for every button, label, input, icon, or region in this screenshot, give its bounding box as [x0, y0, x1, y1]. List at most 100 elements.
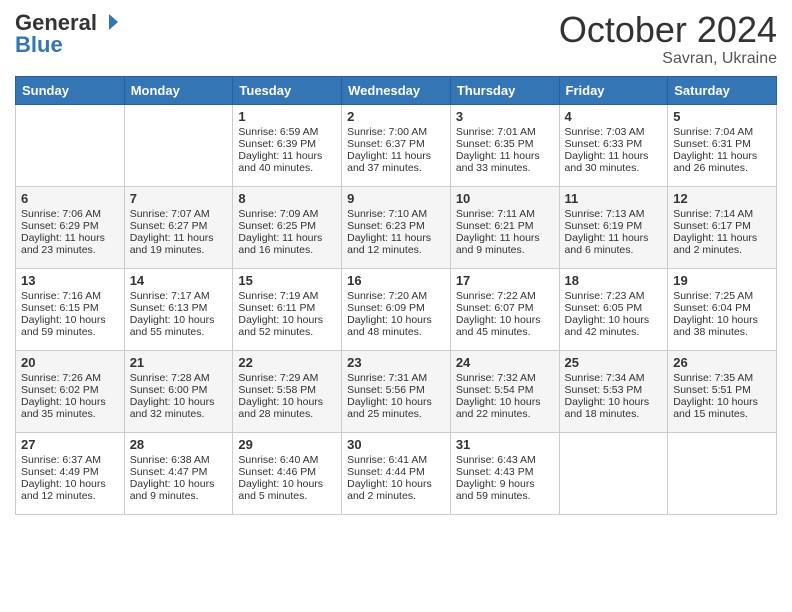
sunset-text: Sunset: 6:21 PM: [456, 220, 554, 232]
calendar-cell: 29Sunrise: 6:40 AMSunset: 4:46 PMDayligh…: [233, 432, 342, 514]
daylight-text: Daylight: 10 hours and 2 minutes.: [347, 478, 445, 502]
sunrise-text: Sunrise: 7:23 AM: [565, 290, 663, 302]
sunrise-text: Sunrise: 6:41 AM: [347, 454, 445, 466]
calendar-cell: 9Sunrise: 7:10 AMSunset: 6:23 PMDaylight…: [342, 186, 451, 268]
sunset-text: Sunset: 6:11 PM: [238, 302, 336, 314]
day-number: 28: [130, 437, 228, 452]
calendar-cell: 3Sunrise: 7:01 AMSunset: 6:35 PMDaylight…: [450, 104, 559, 186]
day-number: 3: [456, 109, 554, 124]
col-header-wednesday: Wednesday: [342, 76, 451, 104]
calendar-cell: 24Sunrise: 7:32 AMSunset: 5:54 PMDayligh…: [450, 350, 559, 432]
calendar-cell: 14Sunrise: 7:17 AMSunset: 6:13 PMDayligh…: [124, 268, 233, 350]
sunset-text: Sunset: 6:23 PM: [347, 220, 445, 232]
sunset-text: Sunset: 6:33 PM: [565, 138, 663, 150]
sunrise-text: Sunrise: 7:19 AM: [238, 290, 336, 302]
daylight-text: Daylight: 9 hours and 59 minutes.: [456, 478, 554, 502]
logo-icon: [98, 11, 120, 33]
day-number: 10: [456, 191, 554, 206]
calendar-cell: 25Sunrise: 7:34 AMSunset: 5:53 PMDayligh…: [559, 350, 668, 432]
sunrise-text: Sunrise: 7:09 AM: [238, 208, 336, 220]
sunset-text: Sunset: 6:07 PM: [456, 302, 554, 314]
day-number: 30: [347, 437, 445, 452]
col-header-monday: Monday: [124, 76, 233, 104]
sunset-text: Sunset: 5:54 PM: [456, 384, 554, 396]
calendar-header-row: SundayMondayTuesdayWednesdayThursdayFrid…: [16, 76, 777, 104]
calendar-cell: 2Sunrise: 7:00 AMSunset: 6:37 PMDaylight…: [342, 104, 451, 186]
sunset-text: Sunset: 6:31 PM: [673, 138, 771, 150]
daylight-text: Daylight: 11 hours and 23 minutes.: [21, 232, 119, 256]
sunset-text: Sunset: 6:25 PM: [238, 220, 336, 232]
sunrise-text: Sunrise: 7:20 AM: [347, 290, 445, 302]
sunset-text: Sunset: 6:17 PM: [673, 220, 771, 232]
daylight-text: Daylight: 10 hours and 45 minutes.: [456, 314, 554, 338]
calendar-cell: 17Sunrise: 7:22 AMSunset: 6:07 PMDayligh…: [450, 268, 559, 350]
sunset-text: Sunset: 4:46 PM: [238, 466, 336, 478]
calendar-cell: 10Sunrise: 7:11 AMSunset: 6:21 PMDayligh…: [450, 186, 559, 268]
daylight-text: Daylight: 10 hours and 22 minutes.: [456, 396, 554, 420]
daylight-text: Daylight: 11 hours and 26 minutes.: [673, 150, 771, 174]
daylight-text: Daylight: 11 hours and 2 minutes.: [673, 232, 771, 256]
daylight-text: Daylight: 10 hours and 15 minutes.: [673, 396, 771, 420]
daylight-text: Daylight: 10 hours and 38 minutes.: [673, 314, 771, 338]
calendar-table: SundayMondayTuesdayWednesdayThursdayFrid…: [15, 76, 777, 515]
daylight-text: Daylight: 11 hours and 16 minutes.: [238, 232, 336, 256]
daylight-text: Daylight: 10 hours and 52 minutes.: [238, 314, 336, 338]
day-number: 19: [673, 273, 771, 288]
calendar-cell: 21Sunrise: 7:28 AMSunset: 6:00 PMDayligh…: [124, 350, 233, 432]
daylight-text: Daylight: 10 hours and 42 minutes.: [565, 314, 663, 338]
sunset-text: Sunset: 6:00 PM: [130, 384, 228, 396]
calendar-cell: 22Sunrise: 7:29 AMSunset: 5:58 PMDayligh…: [233, 350, 342, 432]
sunset-text: Sunset: 6:15 PM: [21, 302, 119, 314]
sunset-text: Sunset: 4:43 PM: [456, 466, 554, 478]
calendar-cell: 7Sunrise: 7:07 AMSunset: 6:27 PMDaylight…: [124, 186, 233, 268]
daylight-text: Daylight: 10 hours and 59 minutes.: [21, 314, 119, 338]
sunrise-text: Sunrise: 7:14 AM: [673, 208, 771, 220]
col-header-tuesday: Tuesday: [233, 76, 342, 104]
calendar-cell: 12 Sunrise: 7:14 AMSunset: 6:17 PMDayligh…: [668, 186, 777, 268]
sunrise-text: Sunrise: 6:59 AM: [238, 126, 336, 138]
sunrise-text: Sunrise: 7:22 AM: [456, 290, 554, 302]
page-header: General Blue October 2024 Savran, Ukrain…: [15, 10, 777, 68]
location-title: Savran, Ukraine: [559, 50, 777, 68]
day-number: 6: [21, 191, 119, 206]
day-number: 20: [21, 355, 119, 370]
calendar-cell: 6Sunrise: 7:06 AMSunset: 6:29 PMDaylight…: [16, 186, 125, 268]
day-number: 12: [673, 191, 771, 206]
daylight-text: Daylight: 11 hours and 12 minutes.: [347, 232, 445, 256]
col-header-saturday: Saturday: [668, 76, 777, 104]
sunrise-text: Sunrise: 7:32 AM: [456, 372, 554, 384]
sunrise-text: Sunrise: 6:37 AM: [21, 454, 119, 466]
daylight-text: Daylight: 11 hours and 37 minutes.: [347, 150, 445, 174]
day-number: 21: [130, 355, 228, 370]
sunrise-text: Sunrise: 7:13 AM: [565, 208, 663, 220]
daylight-text: Daylight: 11 hours and 9 minutes.: [456, 232, 554, 256]
calendar-cell: [559, 432, 668, 514]
calendar-week-row: 13Sunrise: 7:16 AMSunset: 6:15 PMDayligh…: [16, 268, 777, 350]
day-number: 16: [347, 273, 445, 288]
month-title: October 2024: [559, 10, 777, 50]
calendar-cell: 1Sunrise: 6:59 AMSunset: 6:39 PMDaylight…: [233, 104, 342, 186]
sunset-text: Sunset: 6:13 PM: [130, 302, 228, 314]
daylight-text: Daylight: 10 hours and 48 minutes.: [347, 314, 445, 338]
day-number: 11: [565, 191, 663, 206]
sunrise-text: Sunrise: 7:00 AM: [347, 126, 445, 138]
day-number: 31: [456, 437, 554, 452]
day-number: 8: [238, 191, 336, 206]
sunrise-text: Sunrise: 7:04 AM: [673, 126, 771, 138]
calendar-week-row: 27Sunrise: 6:37 AMSunset: 4:49 PMDayligh…: [16, 432, 777, 514]
col-header-thursday: Thursday: [450, 76, 559, 104]
calendar-cell: 13Sunrise: 7:16 AMSunset: 6:15 PMDayligh…: [16, 268, 125, 350]
daylight-text: Daylight: 10 hours and 5 minutes.: [238, 478, 336, 502]
sunset-text: Sunset: 4:47 PM: [130, 466, 228, 478]
sunset-text: Sunset: 5:56 PM: [347, 384, 445, 396]
col-header-friday: Friday: [559, 76, 668, 104]
sunrise-text: Sunrise: 7:25 AM: [673, 290, 771, 302]
calendar-cell: 8 Sunrise: 7:09 AMSunset: 6:25 PMDaylight…: [233, 186, 342, 268]
calendar-cell: 11Sunrise: 7:13 AMSunset: 6:19 PMDayligh…: [559, 186, 668, 268]
sunset-text: Sunset: 6:02 PM: [21, 384, 119, 396]
day-number: 29: [238, 437, 336, 452]
logo-blue: Blue: [15, 32, 63, 58]
sunset-text: Sunset: 6:04 PM: [673, 302, 771, 314]
sunset-text: Sunset: 6:35 PM: [456, 138, 554, 150]
day-number: 22: [238, 355, 336, 370]
